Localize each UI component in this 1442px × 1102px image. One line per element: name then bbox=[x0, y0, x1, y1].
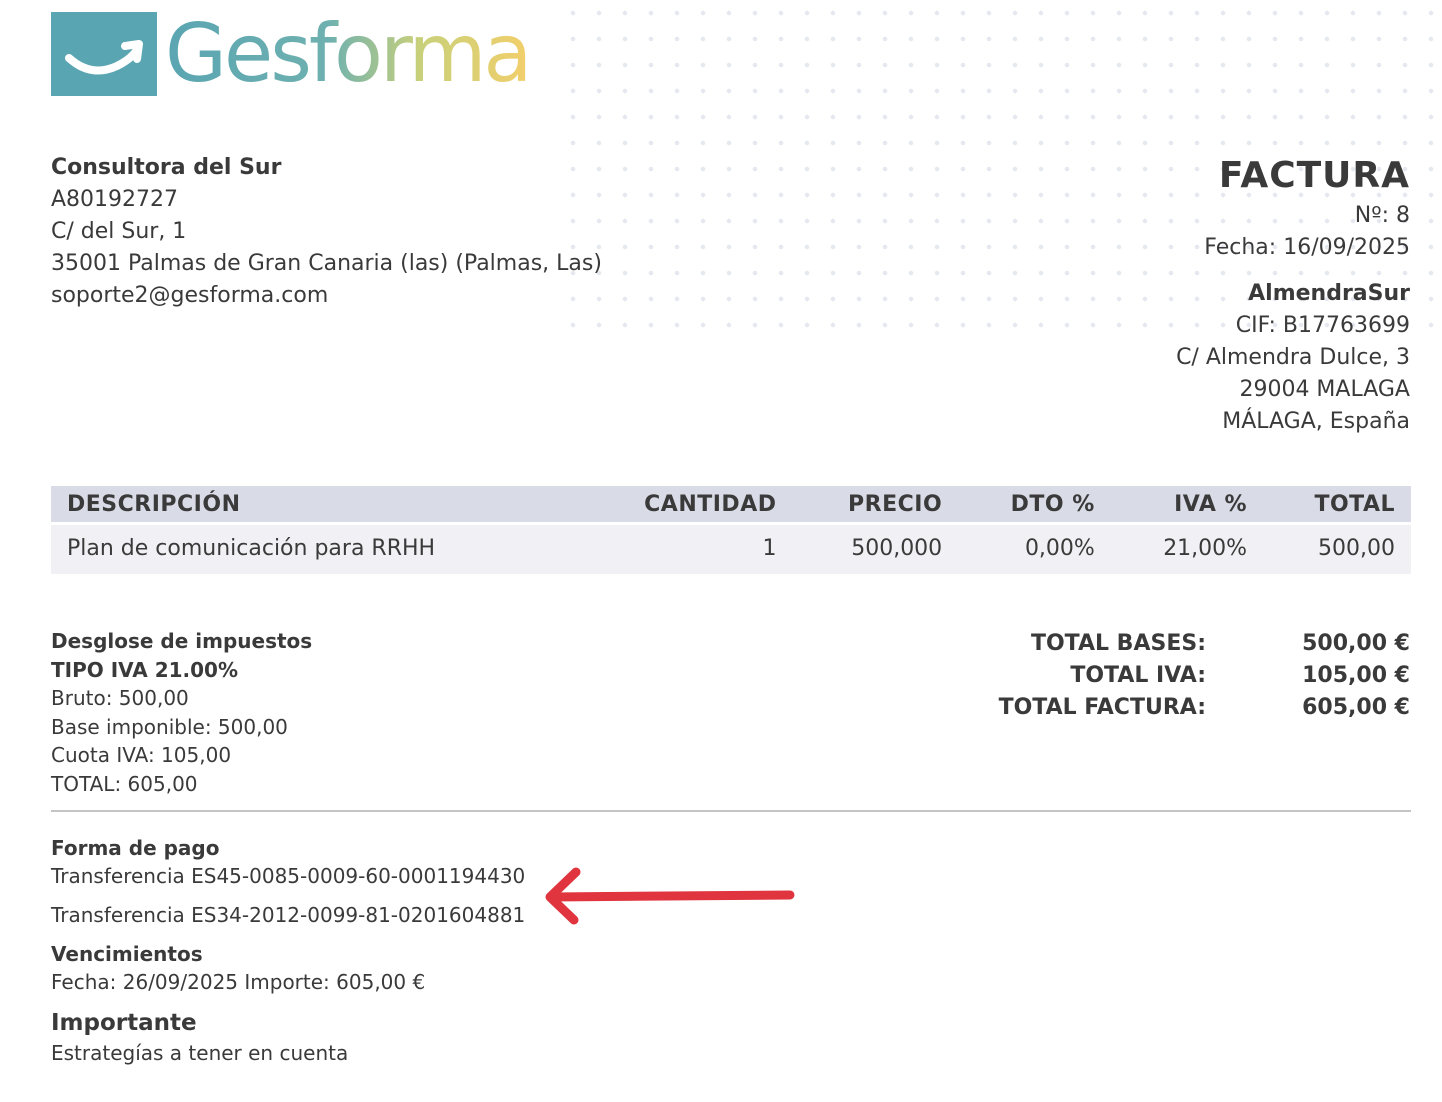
invoice-number: Nº: 8 bbox=[1354, 203, 1410, 228]
cell-total: 500,00 bbox=[1263, 522, 1411, 574]
invoice-title: FACTURA bbox=[1218, 155, 1410, 196]
logo-wordmark: Gesforma bbox=[165, 7, 532, 100]
items-table: DESCRIPCIÓN CANTIDAD PRECIO DTO % IVA % … bbox=[51, 486, 1411, 574]
tax-vat-amount: Cuota IVA: 105,00 bbox=[51, 743, 232, 767]
tax-breakdown: Desglose de impuestos TIPO IVA 21.00% Br… bbox=[51, 627, 312, 798]
due-dates: Vencimientos Fecha: 26/09/2025 Importe: … bbox=[51, 940, 425, 996]
section-divider bbox=[51, 810, 1411, 812]
payment-method: Forma de pago Transferencia ES45-0085-00… bbox=[51, 834, 525, 929]
red-arrow-annotation-icon bbox=[545, 867, 795, 925]
header-description: DESCRIPCIÓN bbox=[67, 491, 241, 517]
client-name: AlmendraSur bbox=[1248, 281, 1410, 306]
total-bases-label: TOTAL BASES: bbox=[1030, 631, 1206, 656]
invoice-header-block: FACTURA Nº: 8 Fecha: 16/09/2025 Almendra… bbox=[1176, 152, 1410, 438]
total-vat-row: TOTAL IVA: 105,00 € bbox=[999, 660, 1410, 692]
tax-total: TOTAL: 605,00 bbox=[51, 771, 198, 796]
client-cif: CIF: B17763699 bbox=[1235, 313, 1410, 338]
invoice-date: Fecha: 16/09/2025 bbox=[1204, 235, 1410, 260]
total-bases-value: 500,00 € bbox=[1302, 631, 1410, 656]
header-total: TOTAL bbox=[1314, 491, 1395, 517]
cell-vat: 21,00% bbox=[1110, 522, 1264, 574]
due-date-line: Fecha: 26/09/2025 Importe: 605,00 € bbox=[51, 970, 426, 994]
issuer-email: soporte2@gesforma.com bbox=[51, 283, 329, 308]
total-invoice-value: 605,00 € bbox=[1302, 695, 1410, 720]
client-address-line2: 29004 MALAGA bbox=[1239, 377, 1410, 402]
payment-transfer-1: Transferencia ES45-0085-0009-60-00011944… bbox=[51, 864, 526, 888]
payment-transfer-2: Transferencia ES34-2012-0099-81-02016048… bbox=[51, 903, 526, 927]
tax-breakdown-title: Desglose de impuestos bbox=[51, 629, 313, 653]
header-quantity: CANTIDAD bbox=[644, 491, 777, 517]
issuer-name: Consultora del Sur bbox=[51, 155, 282, 180]
cell-discount: 0,00% bbox=[958, 522, 1111, 574]
header-vat: IVA % bbox=[1174, 491, 1248, 517]
cell-price: 500,000 bbox=[792, 522, 959, 574]
header-price: PRECIO bbox=[848, 491, 943, 517]
total-vat-value: 105,00 € bbox=[1302, 663, 1410, 688]
header-discount: DTO % bbox=[1010, 491, 1095, 517]
issuer-block: Consultora del Sur A80192727 C/ del Sur,… bbox=[51, 152, 602, 312]
table-row-separator bbox=[51, 522, 1411, 525]
cell-quantity: 1 bbox=[576, 522, 793, 574]
due-dates-title: Vencimientos bbox=[51, 942, 203, 966]
smile-arrow-icon bbox=[51, 12, 157, 96]
total-vat-label: TOTAL IVA: bbox=[1070, 663, 1206, 688]
total-invoice-label: TOTAL FACTURA: bbox=[998, 695, 1206, 720]
table-row: Plan de comunicación para RRHH 1 500,000… bbox=[51, 522, 1411, 574]
client-address-line3: MÁLAGA, España bbox=[1222, 409, 1410, 434]
invoice-totals: TOTAL BASES: 500,00 € TOTAL IVA: 105,00 … bbox=[999, 628, 1410, 724]
total-invoice-row: TOTAL FACTURA: 605,00 € bbox=[999, 692, 1410, 724]
tax-gross: Bruto: 500,00 bbox=[51, 686, 189, 710]
cell-description: Plan de comunicación para RRHH bbox=[51, 522, 577, 574]
issuer-tax-id: A80192727 bbox=[51, 187, 179, 212]
total-bases-row: TOTAL BASES: 500,00 € bbox=[999, 628, 1410, 660]
tax-taxable-base: Base imponible: 500,00 bbox=[51, 714, 288, 739]
client-address-line1: C/ Almendra Dulce, 3 bbox=[1176, 345, 1410, 370]
important-note: Importante Estrategías a tener en cuenta bbox=[51, 1008, 348, 1068]
important-title: Importante bbox=[51, 1010, 197, 1036]
issuer-address-line1: C/ del Sur, 1 bbox=[51, 219, 187, 244]
payment-title: Forma de pago bbox=[51, 836, 220, 860]
tax-type: TIPO IVA 21.00% bbox=[51, 657, 239, 682]
important-text: Estrategías a tener en cuenta bbox=[51, 1041, 349, 1065]
items-table-header: DESCRIPCIÓN CANTIDAD PRECIO DTO % IVA % … bbox=[51, 486, 1411, 522]
company-logo: Gesforma bbox=[51, 7, 532, 100]
issuer-address-line2: 35001 Palmas de Gran Canaria (las) (Palm… bbox=[51, 251, 602, 276]
